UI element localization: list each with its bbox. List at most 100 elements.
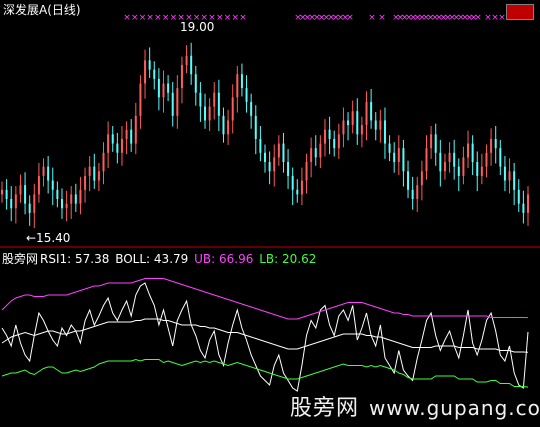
candle-body bbox=[268, 162, 271, 172]
period-label: (日线) bbox=[47, 3, 81, 17]
logo-badge bbox=[506, 4, 534, 20]
signal-marker: × bbox=[139, 13, 147, 23]
candle-body bbox=[296, 189, 299, 195]
candle-body bbox=[282, 143, 285, 163]
candle-body bbox=[56, 189, 59, 200]
candle-body bbox=[503, 166, 506, 181]
low-price-annotation: ←15.40 bbox=[26, 231, 71, 245]
candle-body bbox=[323, 129, 326, 144]
candle-body bbox=[194, 74, 197, 93]
candle-body bbox=[310, 148, 313, 163]
candle-body bbox=[167, 83, 170, 93]
candle-body bbox=[28, 203, 31, 213]
candle-body bbox=[411, 189, 414, 200]
candle-body bbox=[356, 111, 359, 135]
candle-body bbox=[240, 74, 243, 89]
indicator-lines bbox=[1, 278, 529, 392]
candle-body bbox=[97, 171, 100, 181]
candle-body bbox=[420, 171, 423, 186]
candle-body bbox=[485, 152, 488, 167]
candle-body bbox=[453, 152, 456, 167]
candle-body bbox=[79, 189, 82, 204]
candle-body bbox=[305, 162, 308, 181]
stock-name: 深发展A bbox=[3, 3, 48, 17]
candle-body bbox=[402, 148, 405, 172]
signal-marker: × bbox=[216, 13, 224, 23]
candle-body bbox=[522, 203, 525, 213]
candle-body bbox=[153, 69, 156, 79]
series-boll-line bbox=[1, 318, 529, 353]
candle-body bbox=[397, 148, 400, 163]
series-ub-line bbox=[1, 278, 529, 320]
candle-body bbox=[407, 171, 410, 190]
signal-marker: × bbox=[346, 13, 354, 23]
candle-body bbox=[84, 175, 87, 190]
candle-body bbox=[157, 78, 160, 98]
candle-body bbox=[185, 55, 188, 65]
candle-body bbox=[93, 166, 96, 181]
candle-body bbox=[102, 152, 105, 172]
candle-body bbox=[42, 166, 45, 176]
candle-body bbox=[430, 134, 433, 149]
candle-body bbox=[70, 194, 73, 204]
candle-body bbox=[393, 152, 396, 163]
candle-body bbox=[467, 143, 470, 158]
candle-body bbox=[231, 97, 234, 121]
signal-marker: × bbox=[378, 13, 386, 23]
candle-body bbox=[365, 101, 368, 126]
site-label: 股旁网 bbox=[2, 252, 39, 266]
candle-body bbox=[37, 175, 40, 195]
candle-body bbox=[47, 166, 50, 181]
candle-body bbox=[74, 194, 77, 204]
candle-body bbox=[204, 106, 207, 121]
candle-body bbox=[5, 189, 8, 200]
candle-body bbox=[374, 120, 377, 130]
signal-marker: × bbox=[123, 13, 131, 23]
candle-body bbox=[19, 185, 22, 195]
candle-body bbox=[190, 55, 193, 75]
chart-window: × × × × × × × × × × × × × × × × × × × × × × × × × × × × × × × × × × × × × × × ×… bbox=[0, 0, 540, 427]
candle-body bbox=[494, 138, 497, 149]
signal-marker: × bbox=[224, 13, 232, 23]
candle-body bbox=[107, 134, 110, 153]
series-lb-line bbox=[1, 358, 529, 388]
candle-body bbox=[227, 120, 230, 135]
candle-body bbox=[333, 138, 336, 149]
candle-body bbox=[513, 171, 516, 190]
candle-body bbox=[236, 74, 239, 98]
candle-body bbox=[162, 83, 165, 98]
candle-body bbox=[300, 180, 303, 195]
series-rsi1-line bbox=[1, 282, 529, 392]
candle-body bbox=[337, 134, 340, 149]
high-price-annotation: 19.00 bbox=[180, 20, 215, 34]
candle-body bbox=[370, 101, 373, 121]
candle-body bbox=[379, 120, 382, 130]
candle-body bbox=[259, 138, 262, 153]
candle-body bbox=[388, 143, 391, 153]
candle-body bbox=[180, 64, 183, 89]
candle-body bbox=[111, 134, 114, 144]
candle-body bbox=[517, 189, 520, 204]
candle-body bbox=[116, 143, 119, 153]
signal-marker: × bbox=[131, 13, 139, 23]
candle-body bbox=[287, 162, 290, 176]
lb-value: 20.62 bbox=[281, 252, 317, 266]
signal-marker: × bbox=[368, 13, 376, 23]
candle-body bbox=[383, 120, 386, 144]
candle-body bbox=[148, 60, 151, 70]
candle-body bbox=[457, 166, 460, 176]
watermark-url: www.gupang.com bbox=[369, 396, 540, 420]
candle-body bbox=[471, 143, 474, 163]
signal-marker: × bbox=[239, 13, 247, 23]
candle-body bbox=[314, 148, 317, 158]
rsi-value: 57.38 bbox=[75, 252, 110, 266]
candle-body bbox=[499, 148, 502, 167]
candle-body bbox=[360, 125, 363, 135]
indicator-header: 股旁网 RSI1: 57.38 BOLL: 43.79 UB: 66.96 LB:… bbox=[2, 252, 318, 266]
candle-body bbox=[222, 115, 225, 135]
price-candles bbox=[1, 42, 529, 229]
candle-body bbox=[14, 194, 17, 209]
signal-marker: × bbox=[170, 13, 178, 23]
candle-body bbox=[217, 92, 220, 116]
signal-marker: × bbox=[474, 13, 482, 23]
